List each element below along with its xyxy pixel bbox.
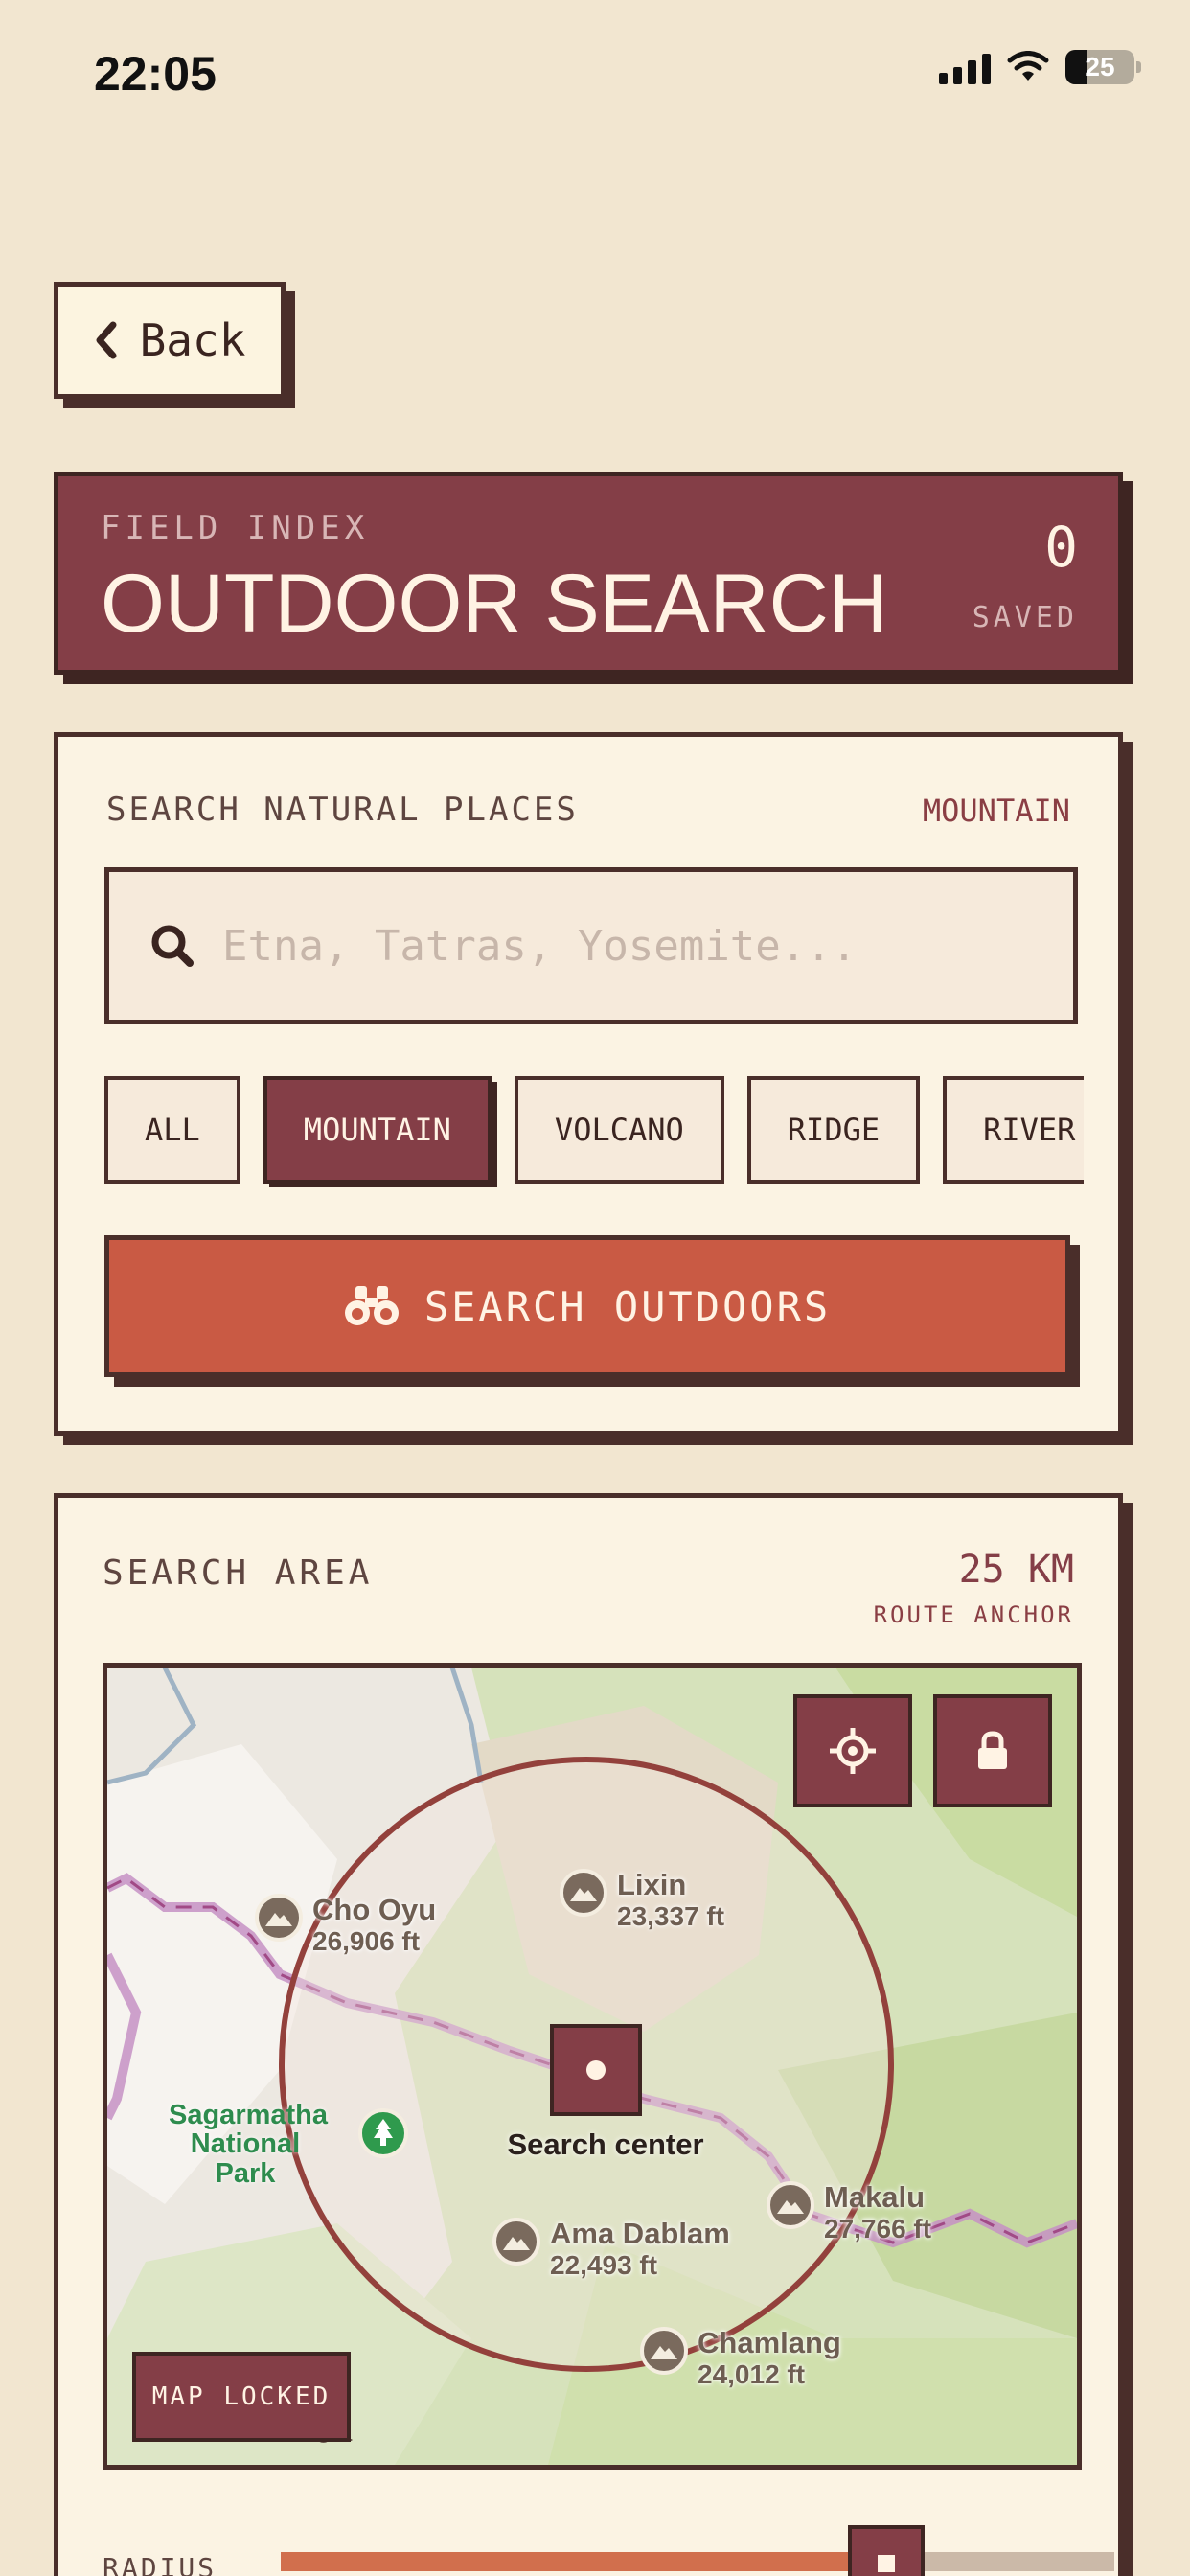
page-header: FIELD INDEX OUTDOOR SEARCH 0 SAVED	[54, 472, 1123, 675]
radius-value: 25 KM	[958, 1548, 1074, 1592]
back-button[interactable]: Back	[54, 282, 286, 399]
peak-name: Lixin	[617, 1868, 687, 1901]
peak-marker-makalu[interactable]: Makalu 27,766 ft	[767, 2181, 931, 2245]
page-title: OUTDOOR SEARCH	[101, 558, 888, 650]
search-button-label: SEARCH OUTDOORS	[423, 1282, 832, 1330]
chip-all[interactable]: ALL	[104, 1076, 240, 1184]
lock-map-button[interactable]	[933, 1694, 1052, 1807]
search-area-label: SEARCH AREA	[103, 1553, 374, 1593]
crosshair-icon	[830, 1728, 876, 1774]
chip-ridge[interactable]: RIDGE	[746, 1076, 921, 1184]
peak-marker-cho-oyu[interactable]: Cho Oyu 26,906 ft	[255, 1894, 436, 1958]
recenter-button[interactable]	[793, 1694, 912, 1807]
search-card: SEARCH NATURAL PLACES MOUNTAIN ALL MOUNT…	[54, 732, 1123, 1436]
mountain-icon	[767, 2181, 814, 2229]
search-outdoors-button[interactable]: SEARCH OUTDOORS	[104, 1235, 1070, 1377]
status-icons: 25	[939, 50, 1141, 84]
peak-marker-chamlang[interactable]: Chamlang 24,012 ft	[640, 2327, 841, 2391]
radius-slider-thumb[interactable]	[848, 2525, 925, 2576]
radius-label: RADIUS	[103, 2552, 217, 2576]
peak-name: Chamlang	[698, 2326, 841, 2359]
tree-icon	[358, 2108, 408, 2158]
peak-name: Makalu	[824, 2180, 926, 2214]
search-icon	[151, 925, 194, 967]
header-eyebrow: FIELD INDEX	[101, 509, 370, 547]
status-time: 22:05	[94, 47, 217, 101]
battery-icon: 25	[1065, 50, 1141, 84]
search-center-marker[interactable]	[550, 2024, 642, 2116]
chip-volcano[interactable]: VOLCANO	[514, 1076, 724, 1184]
radius-slider-fill	[281, 2552, 873, 2571]
search-box[interactable]	[104, 867, 1078, 1024]
status-bar: 22:05 25	[0, 0, 1190, 153]
search-input[interactable]	[222, 921, 1065, 971]
peak-marker-ama-dablam[interactable]: Ama Dablam 22,493 ft	[492, 2218, 730, 2282]
peak-elevation: 22,493 ft	[550, 2250, 658, 2281]
mountain-icon	[640, 2327, 688, 2375]
route-anchor-label: ROUTE ANCHOR	[873, 1601, 1074, 1628]
back-label: Back	[139, 314, 246, 366]
chip-river[interactable]: RIVER	[943, 1076, 1084, 1184]
binoculars-icon	[344, 1286, 399, 1325]
mountain-icon	[255, 1894, 303, 1942]
wifi-icon	[1007, 51, 1049, 80]
lock-icon	[978, 1731, 1007, 1769]
peak-elevation: 23,337 ft	[617, 1901, 725, 1932]
search-area-card: SEARCH AREA 25 KM ROUTE ANCHOR Cho Oyu 2…	[54, 1493, 1123, 2576]
mountain-icon	[560, 1869, 607, 1917]
peak-marker-lixin[interactable]: Lixin 23,337 ft	[560, 1869, 724, 1933]
chip-mountain[interactable]: MOUNTAIN	[263, 1076, 492, 1184]
chevron-left-icon	[96, 321, 117, 359]
peak-name: Ama Dablam	[550, 2217, 730, 2250]
battery-level: 25	[1085, 52, 1115, 81]
search-center-label: Search center	[507, 2128, 704, 2161]
peak-name: Cho Oyu	[312, 1893, 437, 1926]
search-map[interactable]: Cho Oyu 26,906 ft Lixin 23,337 ft Makalu…	[103, 1663, 1082, 2470]
saved-label: SAVED	[972, 601, 1078, 634]
park-label: Sagarmatha National Park	[169, 2100, 329, 2189]
category-chips: ALL MOUNTAIN VOLCANO RIDGE RIVER	[104, 1076, 1084, 1187]
search-label: SEARCH NATURAL PLACES	[106, 791, 579, 829]
active-category-tag: MOUNTAIN	[922, 793, 1070, 829]
mountain-icon	[492, 2218, 540, 2266]
saved-count: 0	[1044, 515, 1078, 580]
peak-elevation: 27,766 ft	[824, 2214, 932, 2244]
peak-elevation: 26,906 ft	[312, 1926, 421, 1957]
map-locked-badge: MAP LOCKED	[132, 2352, 351, 2442]
signal-icon	[939, 50, 991, 84]
peak-elevation: 24,012 ft	[698, 2359, 806, 2390]
radius-slider-track[interactable]	[281, 2552, 1114, 2571]
